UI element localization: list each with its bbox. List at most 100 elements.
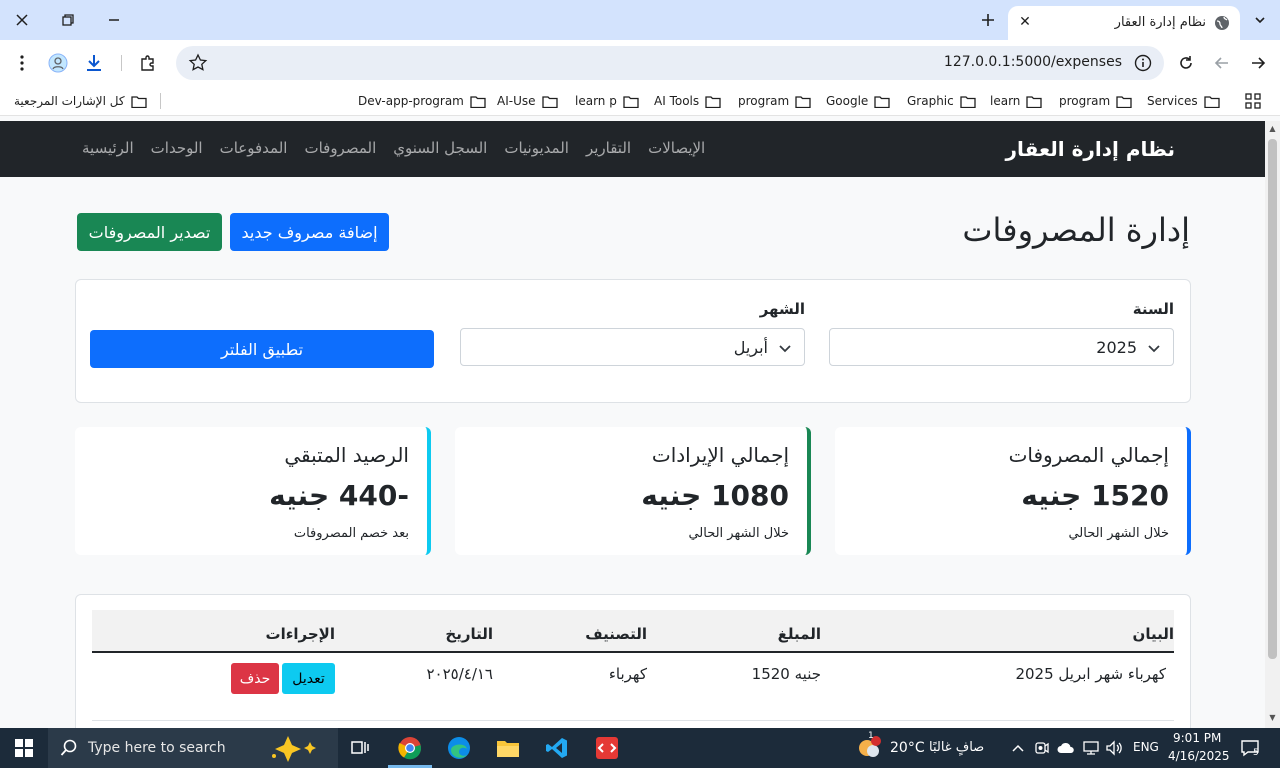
cell-category: كهرباء xyxy=(608,665,647,683)
nav-link-home[interactable]: الرئيسية xyxy=(82,139,134,157)
download-icon[interactable] xyxy=(80,49,108,77)
file-explorer-icon[interactable] xyxy=(494,734,522,762)
bookmark-folder[interactable]: learn xyxy=(990,92,1043,110)
nav-link-expenses[interactable]: المصروفات xyxy=(304,139,376,157)
bookmark-folder[interactable]: Services xyxy=(1147,92,1220,110)
clock-time[interactable]: 9:01 PM xyxy=(1173,731,1221,745)
tab-search-chevron-icon[interactable] xyxy=(1246,6,1274,34)
edit-button[interactable]: تعديل xyxy=(282,663,335,694)
bookmark-label: program xyxy=(738,94,790,108)
add-expense-button[interactable]: إضافة مصروف جديد xyxy=(230,213,389,251)
bookmarks-divider xyxy=(160,93,161,109)
bookmark-label: AI Tools xyxy=(654,94,700,108)
bookmark-star-icon[interactable] xyxy=(188,53,208,73)
bookmark-label: AI-Use xyxy=(497,94,536,108)
stat-value: 1080 جنيه xyxy=(641,479,789,512)
nav-link-reports[interactable]: التقارير xyxy=(586,139,631,157)
site-info-icon[interactable] xyxy=(1134,54,1152,72)
tab-close-icon[interactable]: ✕ xyxy=(1016,13,1034,31)
folder-icon xyxy=(130,95,147,108)
column-header-amount: المبلغ xyxy=(777,625,821,643)
month-select-value: أبريل xyxy=(733,338,768,357)
extensions-icon[interactable] xyxy=(134,49,162,77)
nav-link-payments[interactable]: المدفوعات xyxy=(220,139,288,157)
nav-link-debts[interactable]: المديونيات xyxy=(504,139,569,157)
weather-temperature[interactable]: 20°C xyxy=(890,740,925,756)
window-restore-icon[interactable] xyxy=(54,6,82,34)
stat-title: إجمالي الإيرادات xyxy=(651,443,789,467)
notification-count: 5 xyxy=(1253,748,1259,758)
menu-kebab-icon[interactable] xyxy=(8,49,36,77)
windows-start-icon[interactable] xyxy=(10,734,38,762)
nav-link-receipts[interactable]: الإيصالات xyxy=(648,139,705,157)
page-scrollbar[interactable]: ▲ ▼ xyxy=(1265,121,1280,728)
bookmark-folder[interactable]: Graphic xyxy=(907,92,976,110)
url-text[interactable]: 127.0.0.1:5000/expenses xyxy=(944,54,1122,70)
web-page: نظام إدارة العقار الرئيسية الوحدات المدف… xyxy=(0,121,1265,728)
weather-description[interactable]: صافٍ غالبًا xyxy=(929,740,984,755)
month-select[interactable]: أبريل xyxy=(460,328,805,366)
vscode-icon[interactable] xyxy=(543,734,571,762)
bookmark-folder[interactable]: learn p xyxy=(575,92,639,110)
input-language[interactable]: ENG xyxy=(1133,740,1159,754)
nav-links: الرئيسية الوحدات المدفوعات المصروفات الس… xyxy=(82,139,705,157)
toolbar-divider xyxy=(121,55,122,71)
folder-icon xyxy=(1116,95,1132,108)
scroll-thumb[interactable] xyxy=(1268,139,1277,659)
nav-link-units[interactable]: الوحدات xyxy=(151,139,203,157)
onedrive-cloud-icon[interactable] xyxy=(1052,734,1080,762)
taskbar-search-box[interactable]: Type here to search xyxy=(48,728,338,768)
nav-link-annual-record[interactable]: السجل السنوي xyxy=(393,139,487,157)
chrome-taskbar-icon[interactable] xyxy=(396,734,424,762)
expenses-table-card: البيان المبلغ التصنيف التاريخ الإجراءات … xyxy=(75,594,1191,728)
stat-value: -440 جنيه xyxy=(269,479,409,512)
bookmark-folder[interactable]: Google xyxy=(826,92,890,110)
delete-button[interactable]: حذف xyxy=(231,663,279,694)
edge-taskbar-icon[interactable] xyxy=(445,734,473,762)
folder-icon xyxy=(705,95,721,108)
profile-icon[interactable] xyxy=(44,49,72,77)
apply-filter-button[interactable]: تطبيق الفلتر xyxy=(90,330,434,368)
folder-icon xyxy=(470,95,486,108)
cell-date: ٢٠٢٥/٤/١٦ xyxy=(426,665,493,683)
bookmark-folder[interactable]: program xyxy=(738,92,811,110)
clock-date[interactable]: 4/16/2025 xyxy=(1168,749,1230,763)
bookmark-folder[interactable]: Dev-app-program xyxy=(358,92,486,110)
notifications-icon[interactable] xyxy=(1236,734,1264,762)
bookmark-label: program xyxy=(1059,94,1111,108)
all-bookmarks[interactable]: كل الإشارات المرجعية xyxy=(14,92,147,110)
bookmark-folder[interactable]: AI-Use xyxy=(497,92,558,110)
active-tab[interactable]: ✕ نظام إدارة العقار xyxy=(1008,6,1240,40)
export-expenses-button[interactable]: تصدير المصروفات xyxy=(77,213,222,251)
stat-subtitle: خلال الشهر الحالي xyxy=(1068,526,1169,541)
search-placeholder: Type here to search xyxy=(88,740,226,756)
folder-icon xyxy=(623,95,639,108)
folder-icon xyxy=(795,95,811,108)
stat-card-total-expenses: إجمالي المصروفات 1520 جنيه خلال الشهر ال… xyxy=(835,427,1191,555)
folder-icon xyxy=(541,95,558,108)
stat-subtitle: بعد خصم المصروفات xyxy=(293,526,409,541)
scroll-down-arrow-icon[interactable]: ▼ xyxy=(1268,713,1277,722)
back-arrow-icon[interactable] xyxy=(1244,49,1272,77)
git-app-icon[interactable] xyxy=(593,734,621,762)
task-view-icon[interactable] xyxy=(346,734,374,762)
bookmark-folder[interactable]: AI Tools xyxy=(654,92,721,110)
bookmark-folder[interactable]: program xyxy=(1059,92,1132,110)
reload-icon[interactable] xyxy=(1172,49,1200,77)
windows-taskbar: Type here to search 1 20°C صافٍ غالبًا E… xyxy=(0,728,1280,768)
scroll-up-arrow-icon[interactable]: ▲ xyxy=(1268,124,1277,133)
stat-value: 1520 جنيه xyxy=(1021,479,1169,512)
volume-icon[interactable] xyxy=(1100,734,1128,762)
year-select[interactable]: 2025 xyxy=(829,328,1174,366)
window-close-icon[interactable] xyxy=(8,6,36,34)
bookmark-label: learn xyxy=(990,94,1021,108)
window-minimize-icon[interactable] xyxy=(100,6,128,34)
forward-arrow-icon[interactable] xyxy=(1208,49,1236,77)
bookmark-label: Services xyxy=(1147,94,1198,108)
address-bar[interactable]: 127.0.0.1:5000/expenses xyxy=(176,46,1164,80)
navbar-brand[interactable]: نظام إدارة العقار xyxy=(1006,137,1175,161)
new-tab-icon[interactable] xyxy=(974,6,1002,34)
column-header-category: التصنيف xyxy=(585,625,647,643)
bookmark-label: Dev-app-program xyxy=(358,94,464,108)
apps-grid-icon[interactable] xyxy=(1245,92,1261,110)
